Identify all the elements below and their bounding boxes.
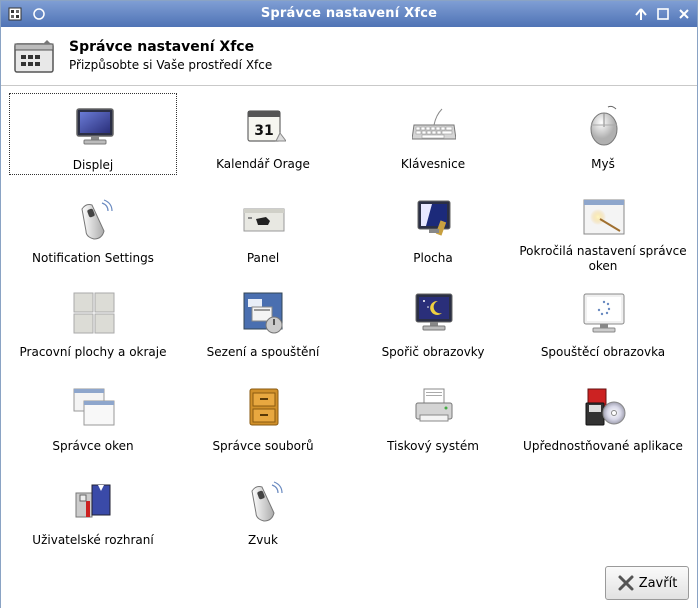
settings-item-label: Tiskový systém <box>387 439 479 453</box>
settings-item-desktop[interactable]: Plocha <box>349 187 517 269</box>
settings-item-splash[interactable]: Spouštěcí obrazovka <box>519 281 687 363</box>
settings-item-notifications[interactable]: Notification Settings <box>9 187 177 269</box>
settings-item-label: Kalendář Orage <box>216 157 310 171</box>
printer-icon <box>412 385 456 429</box>
preferred-apps-icon <box>582 385 626 429</box>
settings-item-label: Spořič obrazovky <box>381 345 485 359</box>
close-button[interactable]: Zavřít <box>605 566 689 600</box>
calendar-icon: 31 <box>242 103 287 147</box>
settings-manager-icon <box>13 38 55 74</box>
settings-item-file-manager[interactable]: Správce souborů <box>179 375 347 457</box>
settings-item-label: Uživatelské rozhraní <box>32 533 154 547</box>
settings-item-label: Klávesnice <box>400 157 466 171</box>
session-icon <box>242 291 286 335</box>
settings-item-label: Displej <box>72 158 114 172</box>
close-button-label: Zavřít <box>638 575 678 591</box>
settings-item-panel[interactable]: Panel <box>179 187 347 269</box>
screensaver-icon <box>412 291 456 335</box>
notification-icon <box>72 197 116 241</box>
settings-item-screensaver[interactable]: Spořič obrazovky <box>349 281 517 363</box>
settings-item-calendar[interactable]: 31 Kalendář Orage <box>179 93 347 175</box>
settings-item-display[interactable]: Displej <box>9 93 177 175</box>
file-manager-icon <box>242 385 286 429</box>
window-manager-icon <box>72 385 116 429</box>
mouse-icon <box>582 103 626 147</box>
settings-item-label: Pracovní plochy a okraje <box>19 345 167 359</box>
settings-item-label: Sezení a spouštění <box>206 345 320 359</box>
settings-item-label: Zvuk <box>248 533 278 547</box>
header-title: Správce nastavení Xfce <box>69 39 255 55</box>
settings-item-label: Správce oken <box>52 439 134 453</box>
settings-item-mouse[interactable]: Myš <box>519 93 687 175</box>
settings-item-label: Upřednostňované aplikace <box>523 439 683 453</box>
user-interface-icon <box>72 479 116 523</box>
roll-up-icon[interactable] <box>633 6 649 22</box>
svg-text:31: 31 <box>254 123 273 139</box>
settings-item-workspaces[interactable]: Pracovní plochy a okraje <box>9 281 177 363</box>
settings-item-sound[interactable]: Zvuk <box>179 469 347 551</box>
settings-item-label: Panel <box>246 251 280 265</box>
settings-manager-window: Správce nastavení Xfce Správce nastavení… <box>0 0 698 609</box>
close-window-icon[interactable] <box>676 6 692 22</box>
sound-icon <box>242 479 286 523</box>
settings-item-user-interface[interactable]: Uživatelské rozhraní <box>9 469 177 551</box>
settings-item-session[interactable]: Sezení a spouštění <box>179 281 347 363</box>
settings-item-label: Spouštěcí obrazovka <box>540 345 666 359</box>
window-title: Správce nastavení Xfce <box>260 6 438 21</box>
close-icon <box>618 575 634 591</box>
settings-item-label: Notification Settings <box>32 251 154 265</box>
settings-item-keyboard[interactable]: Klávesnice <box>349 93 517 175</box>
settings-item-label: Správce souborů <box>212 439 314 453</box>
settings-item-preferred-apps[interactable]: Upřednostňované aplikace <box>519 375 687 457</box>
title-bar[interactable]: Správce nastavení Xfce <box>1 1 697 27</box>
settings-item-wm-tweaks[interactable]: Pokročilá nastavení správce oken <box>519 187 687 273</box>
workspaces-icon <box>72 291 116 335</box>
settings-item-label: Pokročilá nastavení správce oken <box>519 244 687 273</box>
settings-item-window-manager[interactable]: Správce oken <box>9 375 177 457</box>
settings-item-label: Myš <box>591 157 615 171</box>
maximize-icon[interactable] <box>655 6 671 22</box>
settings-item-printing[interactable]: Tiskový systém <box>349 375 517 457</box>
desktop-icon <box>412 197 456 241</box>
settings-icon-view: Displej 31 Kalendář Orage Klávesnice Myš <box>1 86 697 609</box>
settings-item-label: Plocha <box>413 251 453 265</box>
splash-icon <box>582 291 626 335</box>
keyboard-icon <box>411 103 457 147</box>
window-manager-tweaks-icon <box>582 197 626 241</box>
header-subtitle: Přizpůsobte si Vaše prostředí Xfce <box>69 58 273 72</box>
panel-icon <box>242 197 286 241</box>
monitor-icon <box>73 104 117 148</box>
dialog-header: Správce nastavení Xfce Přizpůsobte si Va… <box>1 27 697 86</box>
